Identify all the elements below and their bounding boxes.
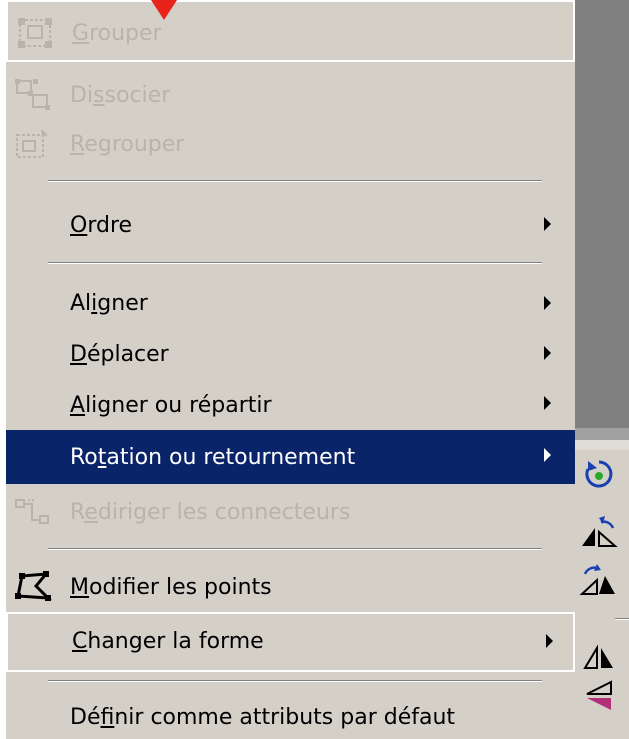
submenu-header bbox=[575, 440, 629, 450]
submenu-arrow-icon bbox=[544, 346, 551, 360]
menu-item-changer-forme[interactable]: Changer la forme bbox=[6, 612, 575, 672]
menu-item-rotation-label: Rotation ou retournement bbox=[70, 445, 356, 470]
background-panel bbox=[575, 0, 629, 428]
menu-separator bbox=[48, 548, 542, 550]
group-icon bbox=[18, 18, 52, 48]
rotate-left-icon[interactable] bbox=[579, 510, 619, 550]
menu-separator bbox=[48, 180, 542, 182]
menu-separator bbox=[48, 680, 542, 682]
reroute-connectors-icon bbox=[15, 499, 49, 524]
menu-item-dissocier[interactable]: Dissocier bbox=[6, 70, 575, 118]
menu-item-aligner-ou-repartir-label: Aligner ou répartir bbox=[70, 393, 272, 418]
menu-item-rotation-ou-retournement[interactable]: Rotation ou retournement bbox=[6, 430, 575, 484]
edit-points-icon bbox=[15, 571, 52, 601]
regroup-icon bbox=[16, 129, 48, 158]
menu-item-ordre[interactable]: Ordre bbox=[6, 196, 575, 252]
free-rotate-icon[interactable] bbox=[579, 454, 619, 494]
menu-item-rediriger-connecteurs[interactable]: Rediriger les connecteurs bbox=[6, 488, 575, 538]
menu-item-aligner-ou-repartir[interactable]: Aligner ou répartir bbox=[6, 382, 575, 428]
submenu-arrow-icon bbox=[544, 396, 551, 410]
context-menu: Grouper Dissocier Regrouper Ordre Aligne… bbox=[6, 0, 575, 739]
menu-item-ordre-label: Ordre bbox=[70, 213, 133, 238]
menu-item-grouper[interactable]: Grouper bbox=[6, 0, 575, 62]
submenu-arrow-icon bbox=[544, 448, 551, 462]
menu-item-deplacer-label: Déplacer bbox=[70, 342, 169, 367]
menu-item-modifier-points-label: Modifier les points bbox=[70, 575, 272, 600]
submenu-arrow-icon bbox=[544, 217, 551, 231]
flip-vertical-icon[interactable] bbox=[579, 678, 619, 718]
submenu-arrow-icon bbox=[546, 634, 553, 648]
menu-item-regrouper-label: Regrouper bbox=[70, 132, 185, 157]
ungroup-icon bbox=[15, 79, 50, 110]
menu-item-dissocier-label: Dissocier bbox=[70, 83, 171, 108]
rotate-right-icon[interactable] bbox=[579, 558, 619, 598]
submenu-separator bbox=[615, 618, 629, 620]
flip-horizontal-icon[interactable] bbox=[579, 634, 619, 674]
menu-item-changer-forme-label: Changer la forme bbox=[72, 629, 264, 654]
menu-item-grouper-label: Grouper bbox=[72, 21, 162, 46]
submenu-title-bar bbox=[575, 428, 629, 440]
menu-item-aligner[interactable]: Aligner bbox=[6, 280, 575, 326]
rotation-submenu bbox=[575, 428, 629, 739]
submenu-arrow-icon bbox=[544, 296, 551, 310]
menu-item-aligner-label: Aligner bbox=[70, 291, 148, 316]
pointer-arrow-icon bbox=[151, 0, 177, 20]
menu-item-rediriger-label: Rediriger les connecteurs bbox=[70, 500, 351, 525]
menu-item-deplacer[interactable]: Déplacer bbox=[6, 330, 575, 376]
menu-item-modifier-points[interactable]: Modifier les points bbox=[6, 560, 575, 612]
menu-separator bbox=[48, 262, 542, 264]
menu-item-definir-label: Définir comme attributs par défaut bbox=[70, 705, 456, 730]
menu-item-definir-attributs[interactable]: Définir comme attributs par défaut bbox=[6, 694, 575, 739]
menu-item-regrouper[interactable]: Regrouper bbox=[6, 120, 575, 168]
